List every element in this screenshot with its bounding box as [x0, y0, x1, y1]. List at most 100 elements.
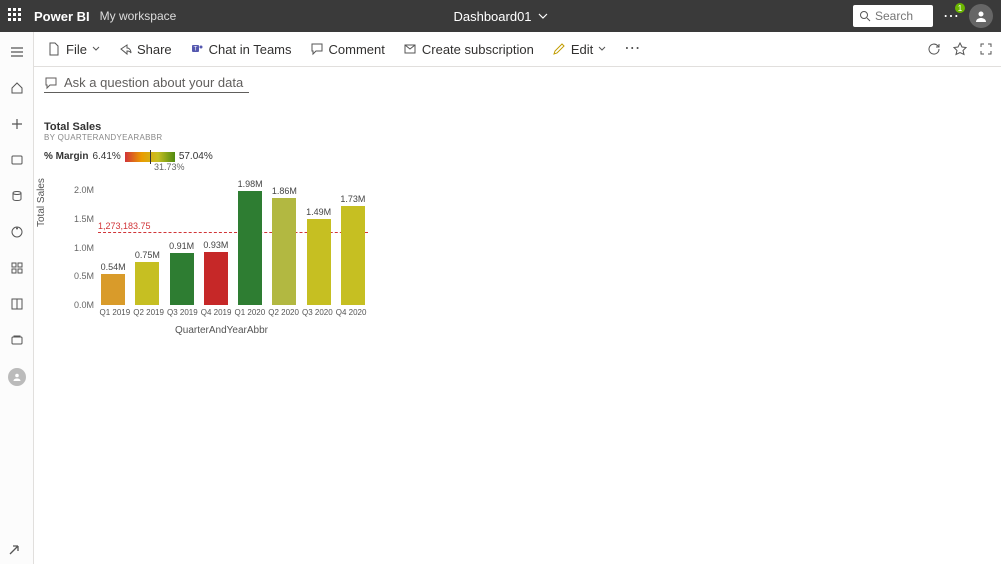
chevron-down-icon: [538, 11, 548, 21]
qa-box[interactable]: Ask a question about your data: [44, 73, 249, 93]
ytick: 1.5M: [68, 214, 94, 224]
bar-label: 1.49M: [299, 207, 339, 217]
more-button[interactable]: ⋯: [617, 41, 647, 57]
chat-icon: [44, 76, 58, 90]
subscribe-button[interactable]: Create subscription: [396, 38, 541, 61]
workspaces-icon[interactable]: [9, 332, 25, 348]
svg-text:T: T: [193, 47, 197, 53]
ellipsis-icon: ⋯: [624, 45, 640, 53]
share-icon: [118, 42, 132, 56]
bar[interactable]: 1.49M: [304, 219, 334, 305]
learn-icon[interactable]: [9, 296, 25, 312]
menu-icon[interactable]: [9, 44, 25, 60]
user-avatar[interactable]: [969, 4, 993, 28]
workspace-label[interactable]: My workspace: [100, 9, 177, 23]
bar-label: 0.75M: [127, 250, 167, 260]
comment-button[interactable]: Comment: [303, 38, 392, 61]
favorite-button[interactable]: [953, 42, 967, 56]
left-nav-rail: [0, 32, 34, 564]
xtick: Q2 2020: [267, 308, 301, 317]
file-button[interactable]: File: [40, 38, 107, 61]
subscribe-label: Create subscription: [422, 42, 534, 57]
chevron-down-icon: [598, 45, 606, 53]
command-bar: File Share T Chat in Teams Comment Creat…: [0, 32, 1001, 67]
browse-icon[interactable]: [9, 152, 25, 168]
share-label: Share: [137, 42, 172, 57]
header-right: ⋯ 1: [853, 4, 993, 28]
plot-area: 0.0M0.5M1.0M1.5M2.0M1,273,183.750.54M0.7…: [98, 190, 368, 305]
bar[interactable]: 0.75M: [132, 262, 162, 305]
bar[interactable]: 0.91M: [167, 253, 197, 305]
search-box[interactable]: [853, 5, 933, 27]
header-left: Power BI My workspace: [8, 8, 176, 24]
qa-placeholder: Ask a question about your data: [64, 75, 243, 90]
ytick: 0.0M: [68, 300, 94, 310]
chart-tile[interactable]: Total Sales By QuarterAndYearAbbr % Marg…: [44, 121, 399, 330]
data-hub-icon[interactable]: [9, 188, 25, 204]
xtick: Q2 2019: [132, 308, 166, 317]
plus-icon[interactable]: [9, 116, 25, 132]
comment-icon: [310, 42, 324, 56]
bar-label: 0.93M: [196, 240, 236, 250]
bar-chart: Total Sales 0.0M0.5M1.0M1.5M2.0M1,273,18…: [44, 180, 399, 330]
xaxis-label: QuarterAndYearAbbr: [175, 325, 268, 336]
person-icon: [974, 9, 988, 23]
home-icon[interactable]: [9, 80, 25, 96]
color-legend: % Margin 6.41% 57.04%: [44, 151, 399, 162]
dashboard-name-dropdown[interactable]: Dashboard01: [453, 9, 547, 24]
expand-arrow-icon[interactable]: [8, 544, 20, 556]
ytick: 1.0M: [68, 243, 94, 253]
global-header: Power BI My workspace Dashboard01 ⋯ 1: [0, 0, 1001, 32]
teams-label: Chat in Teams: [209, 42, 292, 57]
bar-label: 0.54M: [93, 262, 133, 272]
dashboard-name-label: Dashboard01: [453, 9, 531, 24]
teams-icon: T: [190, 42, 204, 56]
legend-max: 57.04%: [179, 151, 213, 162]
metrics-icon[interactable]: [9, 224, 25, 240]
refresh-button[interactable]: [927, 42, 941, 56]
bar[interactable]: 0.54M: [98, 274, 128, 305]
subscribe-icon: [403, 42, 417, 56]
bars-group: 0.54M0.75M0.91M0.93M1.98M1.86M1.49M1.73M: [98, 190, 368, 305]
legend-gradient: [125, 152, 175, 162]
xtick: Q3 2020: [300, 308, 334, 317]
bar-label: 1.86M: [264, 186, 304, 196]
notification-badge: 1: [955, 3, 965, 13]
bar[interactable]: 1.98M: [235, 191, 265, 305]
bar[interactable]: 0.93M: [201, 252, 231, 305]
bar[interactable]: 1.73M: [338, 206, 368, 305]
fullscreen-button[interactable]: [979, 42, 993, 56]
teams-button[interactable]: T Chat in Teams: [183, 38, 299, 61]
ytick: 2.0M: [68, 185, 94, 195]
file-icon: [47, 42, 61, 56]
search-input[interactable]: [875, 9, 925, 23]
edit-button[interactable]: Edit: [545, 38, 613, 61]
xtick: Q4 2019: [199, 308, 233, 317]
chart-title: Total Sales: [44, 121, 399, 133]
command-bar-right: [927, 42, 993, 56]
share-button[interactable]: Share: [111, 38, 179, 61]
xtick: Q1 2019: [98, 308, 132, 317]
brand-label: Power BI: [34, 9, 90, 24]
xtick: Q3 2019: [165, 308, 199, 317]
edit-label: Edit: [571, 42, 593, 57]
legend-min: 6.41%: [92, 151, 120, 162]
apps-icon[interactable]: [9, 260, 25, 276]
app-launcher-icon[interactable]: [8, 8, 24, 24]
yaxis-label: Total Sales: [36, 178, 47, 227]
search-icon: [859, 10, 871, 22]
file-label: File: [66, 42, 87, 57]
xtick: Q4 2020: [334, 308, 368, 317]
bar-label: 1.73M: [333, 194, 373, 204]
ytick: 0.5M: [68, 271, 94, 281]
comment-label: Comment: [329, 42, 385, 57]
chevron-down-icon: [92, 45, 100, 53]
dashboard-canvas: Ask a question about your data Total Sal…: [34, 67, 1001, 564]
bar[interactable]: 1.86M: [269, 198, 299, 305]
legend-mid: 31.73%: [154, 162, 399, 172]
xtick: Q1 2020: [233, 308, 267, 317]
more-options-button[interactable]: ⋯ 1: [941, 6, 961, 26]
my-workspace-avatar[interactable]: [8, 368, 26, 386]
legend-measure-label: % Margin: [44, 151, 88, 162]
pencil-icon: [552, 42, 566, 56]
